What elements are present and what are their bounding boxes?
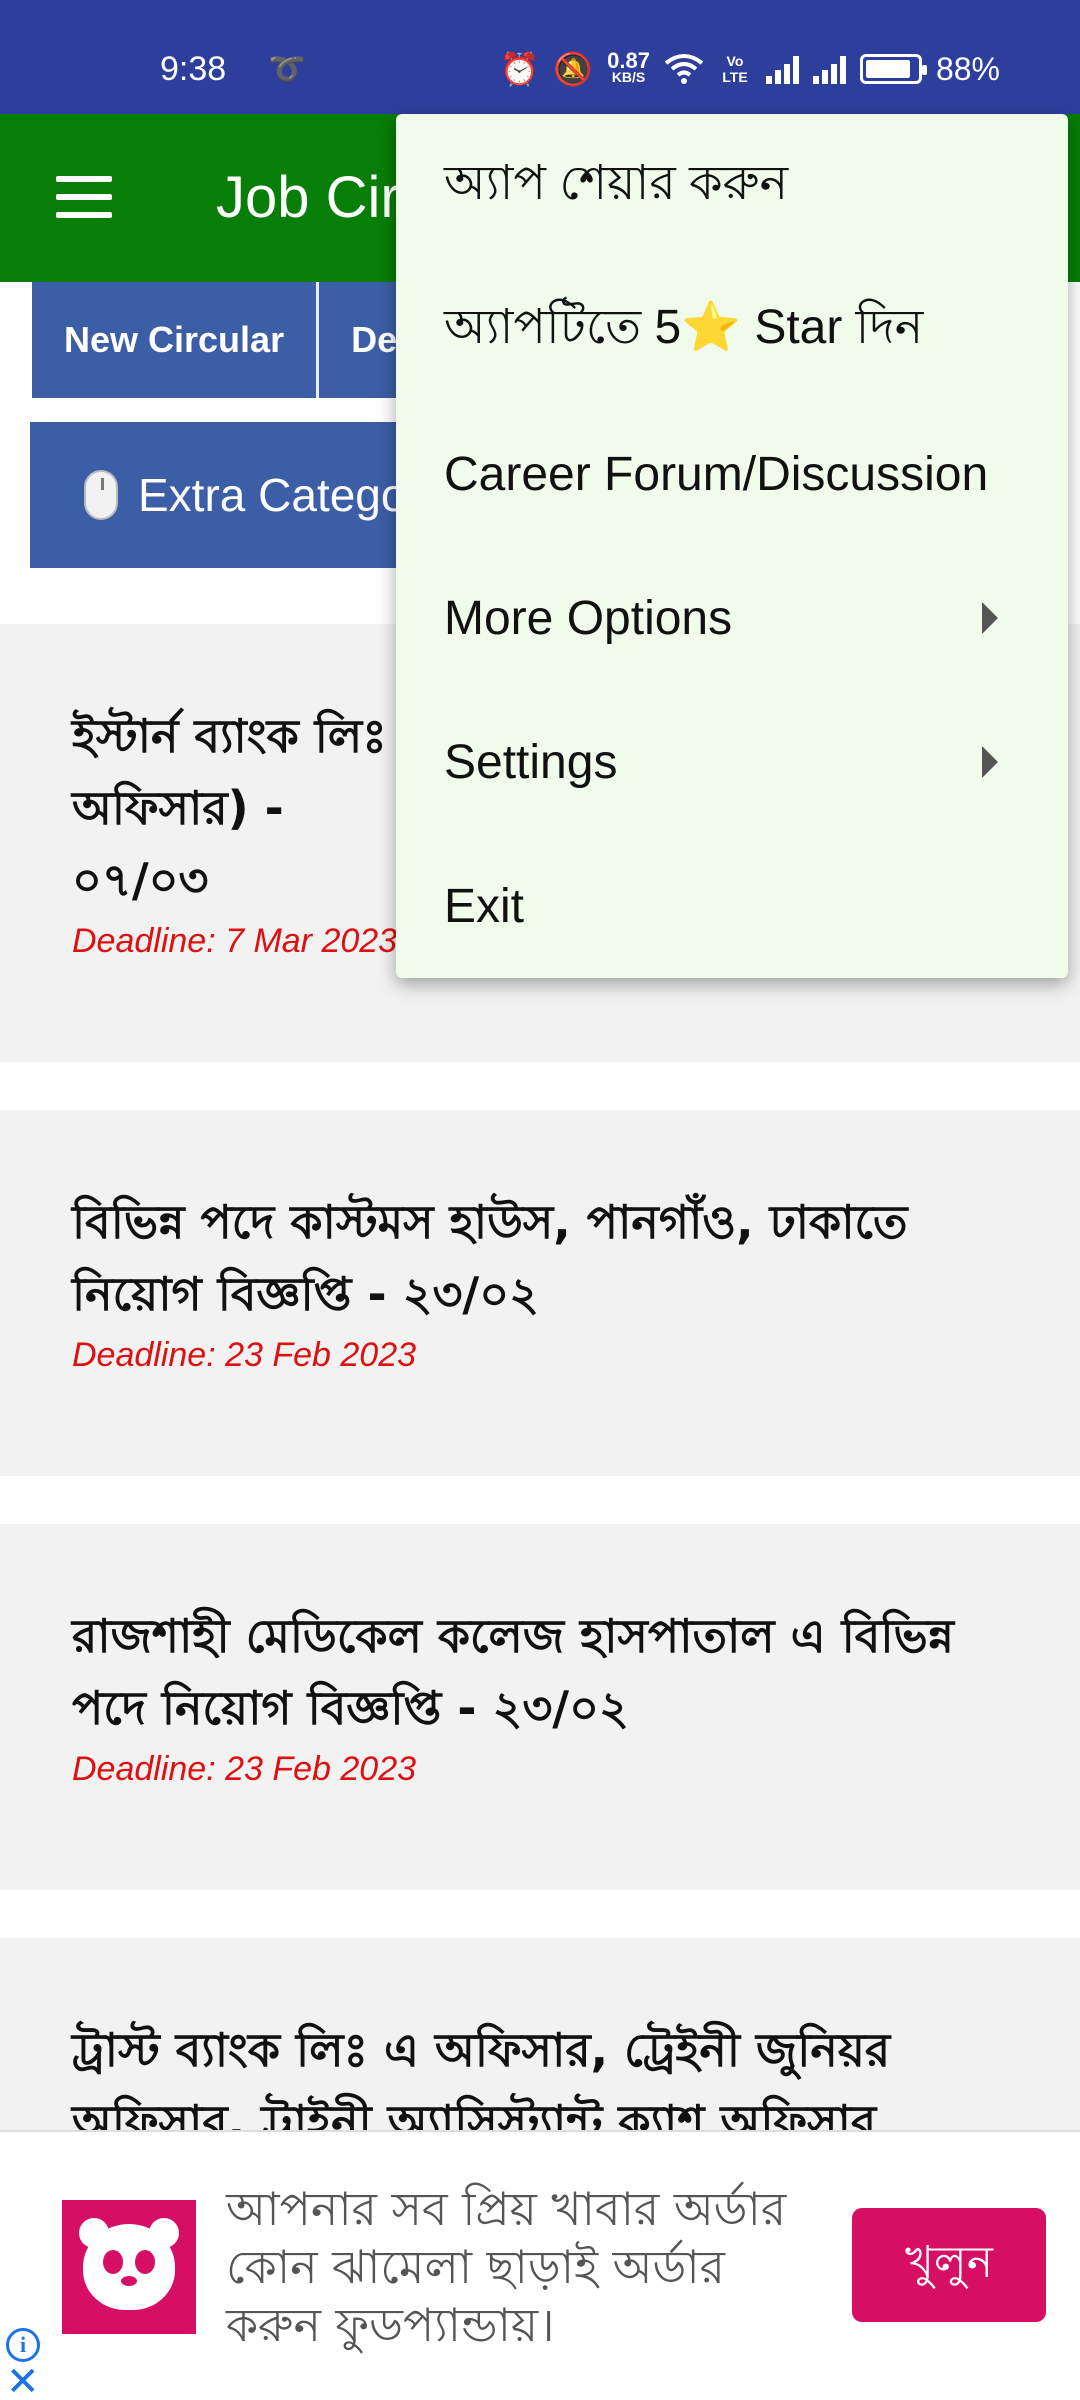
- mouse-icon: [84, 470, 118, 520]
- ad-text: আপনার সব প্রিয় খাবার অর্ডার কোন ঝামেলা …: [226, 2182, 787, 2352]
- ad-close-icon[interactable]: ✕: [6, 2362, 40, 2400]
- job-title: রাজশাহী মেডিকেল কলেজ হাসপাতাল এ বিভিন্ন …: [72, 1609, 955, 1735]
- status-time: 9:38: [160, 50, 227, 88]
- menu-item-label: Career Forum/Discussion: [444, 447, 989, 501]
- wifi-icon: [664, 53, 704, 85]
- menu-item-share-app[interactable]: অ্যাপ শেয়ার করুন: [396, 114, 1068, 258]
- tab-new-circular[interactable]: New Circular: [32, 282, 320, 398]
- foodpanda-logo: [62, 2200, 196, 2334]
- job-card[interactable]: রাজশাহী মেডিকেল কলেজ হাসপাতাল এ বিভিন্ন …: [0, 1524, 1080, 1890]
- battery-percent: 88%: [935, 50, 1000, 87]
- ad-open-button[interactable]: খুলুন: [852, 2208, 1046, 2322]
- battery-icon: [859, 54, 927, 84]
- job-card[interactable]: বিভিন্ন পদে কাস্টমস হাউস, পানগাঁও, ঢাকাত…: [0, 1110, 1080, 1476]
- menu-item-label: More Options: [444, 591, 733, 645]
- alarm-icon: ⏰: [499, 51, 540, 87]
- network-speed-value: 0.87: [607, 48, 650, 73]
- ad-banner[interactable]: আপনার সব প্রিয় খাবার অর্ডার কোন ঝামেলা …: [0, 2130, 1080, 2400]
- menu-item-settings[interactable]: Settings: [396, 690, 1068, 834]
- menu-item-label: অ্যাপটিতে 5⭐ Star দিন: [444, 300, 924, 354]
- menu-icon[interactable]: [56, 176, 112, 218]
- menu-item-rate-app[interactable]: অ্যাপটিতে 5⭐ Star দিন: [396, 258, 1068, 402]
- notification-swirl-icon: ➰: [268, 52, 306, 87]
- volte-icon: Vo LTE: [722, 53, 748, 85]
- menu-item-more-options[interactable]: More Options: [396, 546, 1068, 690]
- menu-item-career-forum[interactable]: Career Forum/Discussion: [396, 402, 1068, 546]
- job-title: বিভিন্ন পদে কাস্টমস হাউস, পানগাঁও, ঢাকাত…: [72, 1195, 908, 1321]
- job-deadline: Deadline: 23 Feb 2023: [72, 1336, 417, 1374]
- menu-item-label: Settings: [444, 735, 618, 789]
- menu-item-exit[interactable]: Exit: [396, 834, 1068, 978]
- mute-icon: 🔕: [553, 51, 594, 87]
- job-deadline: Deadline: 23 Feb 2023: [72, 1750, 417, 1788]
- ad-info-icon[interactable]: i: [6, 2328, 40, 2362]
- job-title: ট্রাস্ট ব্যাংক লিঃ এ অফিসার, ট্রেইনী জুন…: [72, 2023, 891, 2130]
- submenu-arrow-icon: [982, 746, 998, 778]
- overflow-menu: অ্যাপ শেয়ার করুন অ্যাপটিতে 5⭐ Star দিন …: [396, 114, 1068, 978]
- signal-icon-1: [765, 54, 799, 84]
- status-icons: ⏰ 🔕 0.87 KB/S Vo LTE 88%: [499, 50, 1000, 88]
- network-speed: 0.87 KB/S: [607, 48, 650, 86]
- network-speed-unit: KB/S: [611, 69, 646, 85]
- signal-icon-2: [812, 54, 846, 84]
- submenu-arrow-icon: [982, 602, 998, 634]
- job-card[interactable]: ট্রাস্ট ব্যাংক লিঃ এ অফিসার, ট্রেইনী জুন…: [0, 1938, 1080, 2130]
- status-bar: 9:38 ➰ ⏰ 🔕 0.87 KB/S Vo LTE 88%: [0, 0, 1080, 114]
- menu-item-label: অ্যাপ শেয়ার করুন: [444, 156, 789, 210]
- menu-item-label: Exit: [444, 879, 525, 933]
- panda-icon: [79, 2218, 179, 2310]
